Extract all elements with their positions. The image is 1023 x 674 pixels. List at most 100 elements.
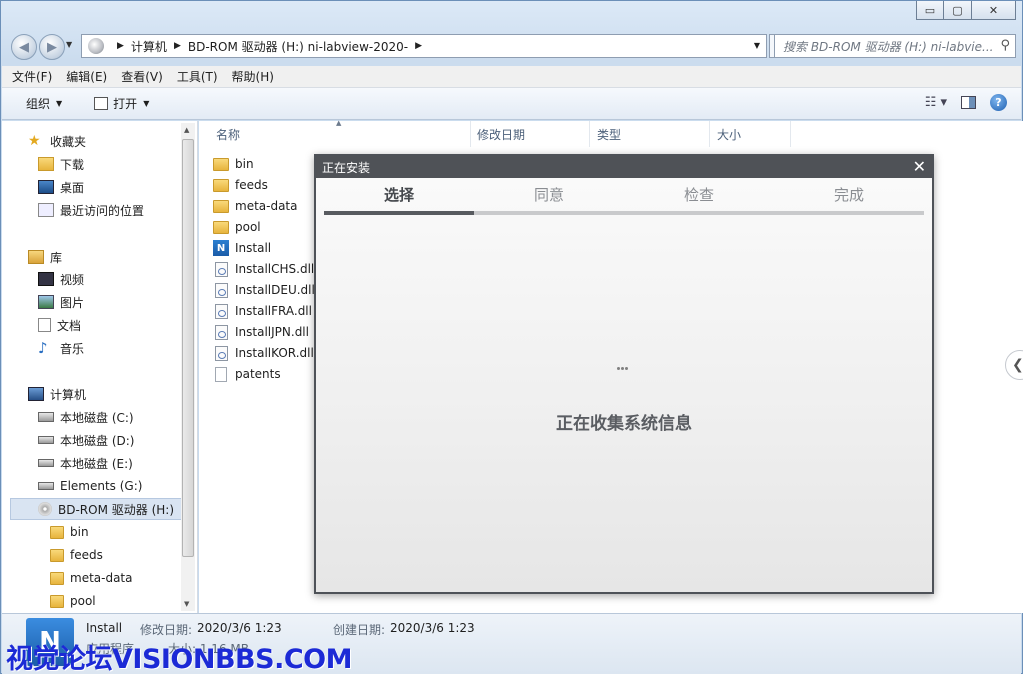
list-item[interactable]: InstallKOR.dll — [213, 343, 314, 363]
navigation-pane: ★ 收藏夹 下载 桌面 最近访问的位置 库 视频 图片 文档 ♪ 音乐 计算机 … — [2, 121, 198, 613]
nav-folder-bin[interactable]: bin — [50, 521, 89, 543]
dll-file-icon — [215, 282, 228, 298]
navigation-bar: ◀ ▶ ▼ ▶ 计算机 ▶ BD-ROM 驱动器 (H:) ni-labview… — [9, 32, 1016, 60]
nav-item-recent[interactable]: 最近访问的位置 — [38, 199, 144, 221]
nav-item-label: 本地磁盘 (D:) — [60, 433, 135, 448]
nav-favorites[interactable]: ★ 收藏夹 — [28, 130, 86, 152]
menu-edit[interactable]: 编辑(E) — [66, 68, 107, 85]
menu-view[interactable]: 查看(V) — [121, 68, 163, 85]
details-created-label: 创建日期: — [333, 623, 386, 637]
file-name: patents — [235, 367, 281, 381]
nav-drive-g[interactable]: Elements (G:) — [38, 475, 142, 497]
step-indicator: 选择 同意 检查 完成 — [324, 184, 924, 216]
nav-item-downloads[interactable]: 下载 — [38, 153, 84, 175]
nav-item-pictures[interactable]: 图片 — [38, 291, 84, 313]
column-header-name[interactable]: 名称 — [216, 121, 240, 147]
step-agree: 同意 — [533, 186, 564, 204]
step-progress-fill — [324, 211, 474, 215]
chevron-right-icon[interactable]: ▶ — [415, 41, 422, 51]
chevron-right-icon[interactable]: ▶ — [174, 41, 181, 51]
minimize-button[interactable]: ▭ — [916, 1, 944, 20]
nav-item-label: 图片 — [60, 295, 85, 310]
nav-computer[interactable]: 计算机 — [28, 383, 86, 405]
preview-pane-icon[interactable] — [961, 96, 976, 109]
close-icon[interactable]: ✕ — [913, 157, 926, 176]
close-button[interactable]: ✕ — [972, 1, 1016, 20]
open-button[interactable]: 打开 ▼ — [94, 95, 149, 112]
menu-help[interactable]: 帮助(H) — [232, 68, 274, 85]
menu-tools[interactable]: 工具(T) — [177, 68, 218, 85]
list-item[interactable]: patents — [213, 364, 281, 384]
organize-button[interactable]: 组织 ▼ — [26, 95, 62, 112]
list-item[interactable]: N Install — [213, 238, 271, 258]
column-divider[interactable] — [589, 121, 590, 147]
scrollbar-thumb[interactable] — [182, 139, 194, 557]
side-collapse-button[interactable]: ❮ — [1005, 350, 1023, 380]
file-name: InstallKOR.dll — [235, 346, 314, 360]
star-icon: ★ — [28, 133, 41, 149]
nav-folder-pool[interactable]: pool — [50, 590, 96, 612]
column-divider[interactable] — [709, 121, 710, 147]
picture-icon — [38, 295, 54, 309]
scroll-up-icon[interactable]: ▲ — [184, 126, 189, 134]
nav-item-documents[interactable]: 文档 — [38, 314, 81, 336]
nav-drive-d[interactable]: 本地磁盘 (D:) — [38, 429, 134, 451]
nav-folder-feeds[interactable]: feeds — [50, 544, 103, 566]
column-header-type[interactable]: 类型 — [597, 121, 621, 147]
column-header-modified[interactable]: 修改日期 — [477, 121, 525, 147]
list-item[interactable]: meta-data — [213, 196, 298, 216]
list-item[interactable]: bin — [213, 154, 254, 174]
nav-folder-meta-data[interactable]: meta-data — [50, 567, 133, 589]
optical-disc-icon — [38, 502, 52, 516]
breadcrumb-computer[interactable]: 计算机 — [131, 38, 167, 55]
nav-item-label: 最近访问的位置 — [60, 203, 145, 218]
hard-drive-icon — [38, 459, 54, 467]
nav-drive-h[interactable]: BD-ROM 驱动器 (H:) — [10, 498, 182, 520]
address-dropdown[interactable]: ▼ — [754, 41, 760, 50]
column-divider[interactable] — [470, 121, 471, 147]
menu-file[interactable]: 文件(F) — [12, 68, 52, 85]
sort-up-icon: ▲ — [336, 119, 342, 127]
drive-icon — [88, 38, 104, 54]
command-bar: 组织 ▼ 打开 ▼ ☷ ▾ ? — [2, 88, 1021, 120]
nav-item-label: 本地磁盘 (E:) — [60, 456, 133, 471]
hard-drive-icon — [38, 436, 54, 444]
video-icon — [38, 272, 54, 286]
nav-libraries[interactable]: 库 — [28, 246, 62, 268]
maximize-button[interactable]: ▢ — [944, 1, 972, 20]
nav-drive-e[interactable]: 本地磁盘 (E:) — [38, 452, 133, 474]
open-icon — [94, 97, 109, 110]
installer-dialog: 正在安装 ✕ 选择 同意 检查 完成 正在收集系统信息 — [314, 154, 934, 594]
nav-item-desktop[interactable]: 桌面 — [38, 176, 84, 198]
list-item[interactable]: InstallJPN.dll — [213, 322, 309, 342]
list-item[interactable]: feeds — [213, 175, 268, 195]
list-item[interactable]: InstallDEU.dll — [213, 280, 315, 300]
breadcrumb: ▶ 计算机 ▶ BD-ROM 驱动器 (H:) ni-labview-2020-… — [110, 38, 429, 55]
forward-button[interactable]: ▶ — [39, 34, 65, 60]
scroll-down-icon[interactable]: ▼ — [184, 600, 189, 608]
back-button[interactable]: ◀ — [11, 34, 37, 60]
nav-item-music[interactable]: ♪ 音乐 — [38, 337, 84, 359]
address-bar[interactable]: ▶ 计算机 ▶ BD-ROM 驱动器 (H:) ni-labview-2020-… — [81, 34, 767, 58]
breadcrumb-drive[interactable]: BD-ROM 驱动器 (H:) ni-labview-2020- — [188, 38, 408, 55]
folder-icon — [50, 548, 64, 562]
column-header-size[interactable]: 大小 — [717, 121, 741, 147]
list-item[interactable]: InstallCHS.dll — [213, 259, 314, 279]
navpane-scrollbar[interactable]: ▲ ▼ — [181, 123, 195, 611]
nav-drive-c[interactable]: 本地磁盘 (C:) — [38, 406, 134, 428]
download-folder-icon — [38, 157, 54, 171]
nav-item-videos[interactable]: 视频 — [38, 268, 84, 290]
list-item[interactable]: InstallFRA.dll — [213, 301, 312, 321]
chevron-down-icon: ▼ — [56, 99, 63, 108]
column-divider[interactable] — [790, 121, 791, 147]
recent-pages-dropdown[interactable]: ▼ — [66, 40, 72, 49]
system-drive-icon — [38, 412, 54, 422]
list-item[interactable]: pool — [213, 217, 261, 237]
view-options-icon[interactable]: ☷ ▾ — [925, 95, 947, 110]
dll-file-icon — [215, 324, 228, 340]
file-name: feeds — [235, 178, 268, 192]
help-icon[interactable]: ? — [990, 94, 1007, 111]
dialog-title-bar[interactable]: 正在安装 ✕ — [316, 156, 932, 178]
search-input[interactable]: 搜索 BD-ROM 驱动器 (H:) ni-labvie... ⚲ — [774, 34, 1016, 58]
search-icon[interactable]: ⚲ — [1000, 38, 1010, 53]
